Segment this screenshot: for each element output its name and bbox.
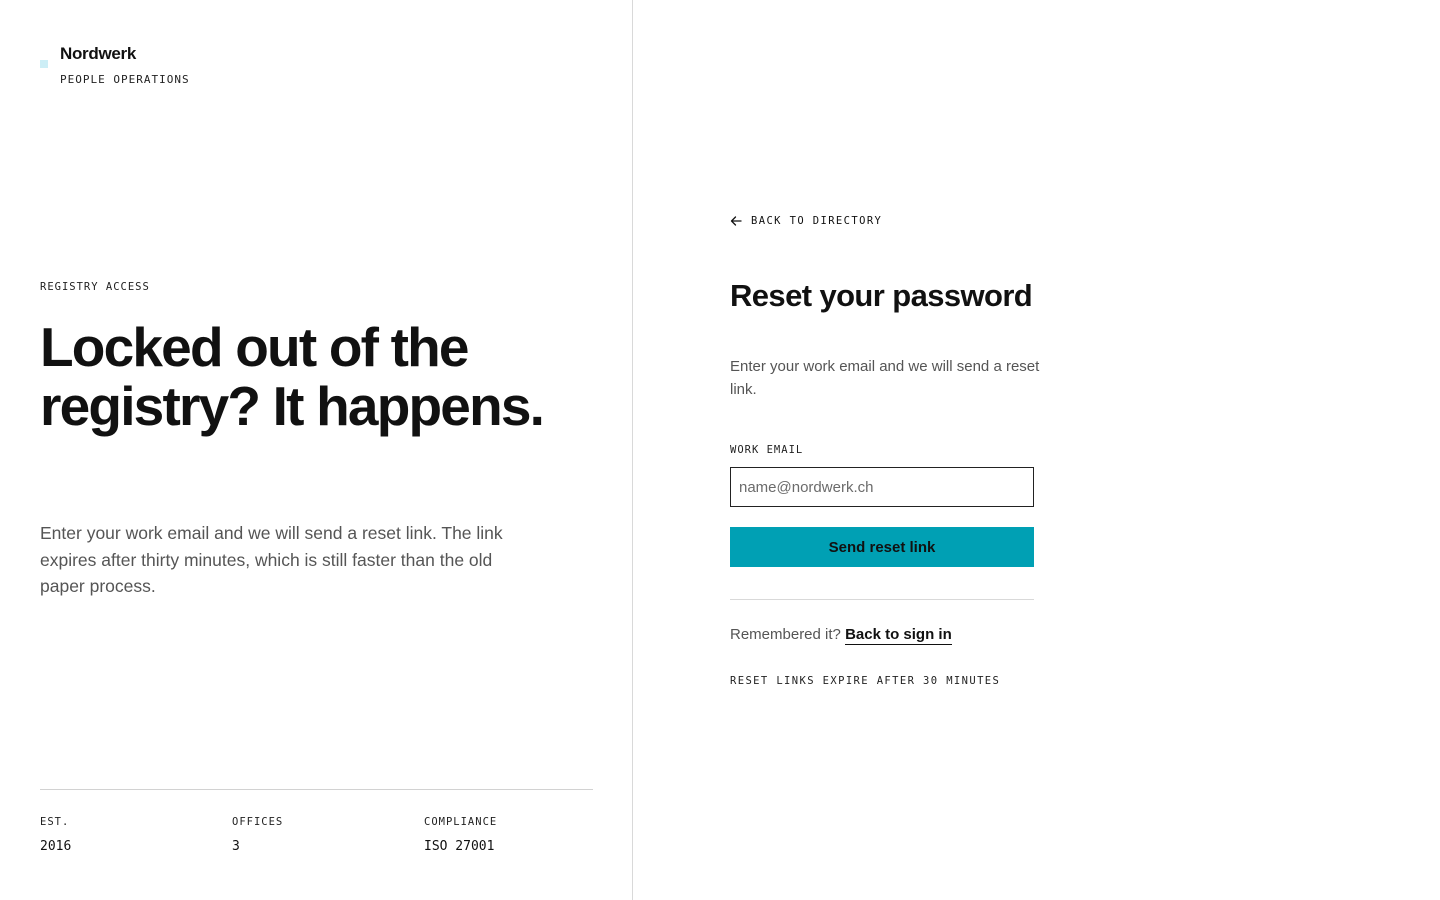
stat-value: 3	[232, 839, 240, 854]
left-panel: Nordwerk PEOPLE OPERATIONS REGISTRY ACCE…	[0, 0, 633, 900]
stat-offices: OFFICES 3	[232, 816, 283, 854]
back-link-label: BACK TO DIRECTORY	[751, 215, 883, 227]
back-to-sign-in-link[interactable]: Back to sign in	[845, 626, 952, 645]
hero-description: Enter your work email and we will send a…	[40, 523, 503, 596]
hero-eyebrow: REGISTRY ACCESS	[40, 281, 150, 293]
stat-label: EST.	[40, 816, 70, 828]
right-panel: BACK TO DIRECTORY Reset your password En…	[634, 0, 1440, 900]
hero-title: Locked out of the registry? It happens.	[40, 316, 545, 437]
remember-row: Remembered it? Back to sign in	[730, 626, 952, 645]
stat-value: 2016	[40, 839, 72, 854]
brand-subtitle: PEOPLE OPERATIONS	[60, 73, 190, 86]
stat-established: EST. 2016	[40, 816, 71, 854]
arrow-left-icon	[730, 216, 742, 226]
email-input[interactable]	[730, 467, 1034, 507]
stat-compliance: COMPLIANCE ISO 27001	[424, 816, 497, 854]
stats-row: EST. 2016 OFFICES 3 COMPLIANCE ISO 27001	[40, 789, 593, 854]
stat-value: ISO 27001	[424, 839, 495, 854]
divider	[730, 599, 1034, 600]
form-description: Enter your work email and we will send a…	[730, 358, 1040, 398]
expiry-note: RESET LINKS EXPIRE AFTER 30 MINUTES	[730, 675, 1001, 687]
send-reset-link-button[interactable]: Send reset link	[730, 527, 1034, 567]
stat-label: OFFICES	[232, 816, 284, 828]
brand-mark-icon	[40, 60, 48, 68]
brand-name: Nordwerk	[60, 44, 137, 63]
email-label: WORK EMAIL	[730, 444, 804, 456]
remember-text: Remembered it?	[730, 626, 841, 643]
stat-label: COMPLIANCE	[424, 816, 498, 828]
back-to-directory-link[interactable]: BACK TO DIRECTORY	[730, 215, 882, 227]
form-title: Reset your password	[730, 278, 1033, 313]
